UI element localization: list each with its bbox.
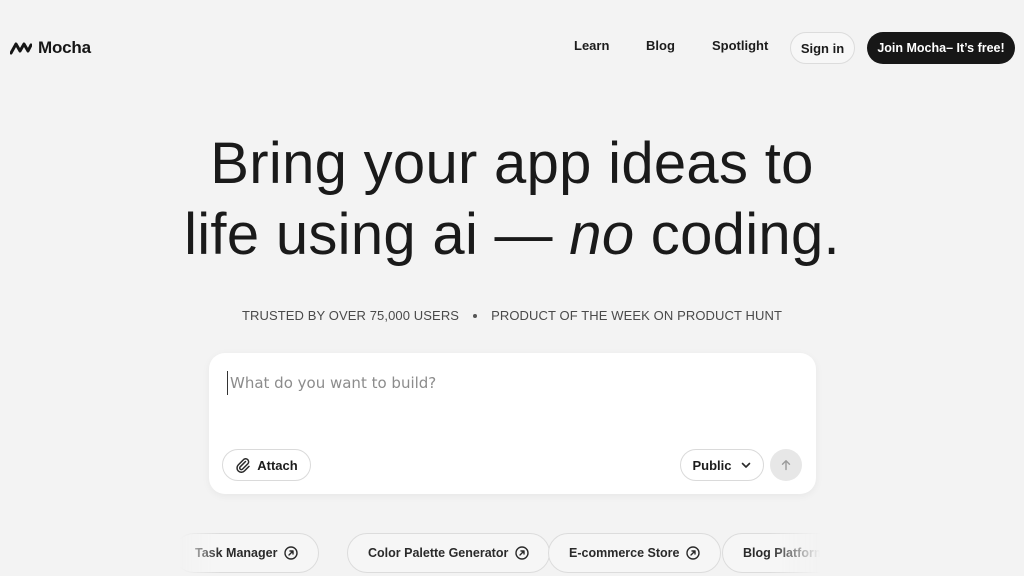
nav-blog[interactable]: Blog <box>646 38 675 53</box>
suggestion-label: Blog Platform <box>743 546 820 560</box>
arrow-up-right-circle-icon <box>686 546 701 560</box>
suggestion-chips: Task Manager Color Palette Generator E-c… <box>180 533 820 573</box>
nav-learn[interactable]: Learn <box>574 38 609 53</box>
suggestion-chip[interactable]: E-commerce Store <box>548 533 722 573</box>
suggestion-label: Color Palette Generator <box>368 546 509 560</box>
mocha-logo-icon <box>10 42 32 55</box>
hero-line-2-start: life using ai — <box>184 202 570 267</box>
nav-spotlight[interactable]: Spotlight <box>712 38 768 53</box>
trust-product-hunt: PRODUCT OF THE WEEK ON PRODUCT HUNT <box>491 308 783 323</box>
visibility-select[interactable]: Public <box>680 449 764 481</box>
trust-bar: TRUSTED BY OVER 75,000 USERS PRODUCT OF … <box>0 308 1024 323</box>
suggestion-chip[interactable]: Task Manager <box>180 533 320 573</box>
suggestion-label: Task Manager <box>195 546 278 560</box>
send-button[interactable] <box>770 449 802 481</box>
brand-logo[interactable]: Mocha <box>10 36 91 60</box>
paperclip-icon <box>236 458 251 473</box>
arrow-up-icon <box>781 460 791 471</box>
separator-dot <box>473 313 478 318</box>
page: Mocha Learn Blog Spotlight Sign in Join … <box>0 0 1024 576</box>
trust-users: TRUSTED BY OVER 75,000 USERS <box>241 308 460 323</box>
hero-headline: Bring your app ideas to life using ai — … <box>0 128 1024 270</box>
join-button[interactable]: Join Mocha– It’s free! <box>867 32 1015 64</box>
arrow-up-right-circle-icon <box>515 546 530 560</box>
prompt-card: Attach Public <box>209 353 816 494</box>
site-header: Mocha Learn Blog Spotlight Sign in Join … <box>0 0 1024 96</box>
chevron-down-icon <box>741 462 750 468</box>
attach-button[interactable]: Attach <box>222 449 311 481</box>
attach-label: Attach <box>257 457 298 473</box>
sign-in-button[interactable]: Sign in <box>790 32 855 64</box>
hero-line-1: Bring your app ideas to <box>210 131 814 196</box>
arrow-up-right-circle-icon <box>284 546 299 560</box>
suggestion-label: E-commerce Store <box>569 546 680 560</box>
hero-line-2-end: coding. <box>634 202 840 267</box>
brand-name: Mocha <box>38 38 91 57</box>
suggestion-chip[interactable]: Color Palette Generator <box>347 533 551 573</box>
suggestion-chip[interactable]: Blog Platform <box>722 533 820 573</box>
visibility-label: Public <box>692 457 732 473</box>
hero-line-2-emphasis: no <box>569 202 635 267</box>
prompt-input[interactable] <box>227 371 797 395</box>
